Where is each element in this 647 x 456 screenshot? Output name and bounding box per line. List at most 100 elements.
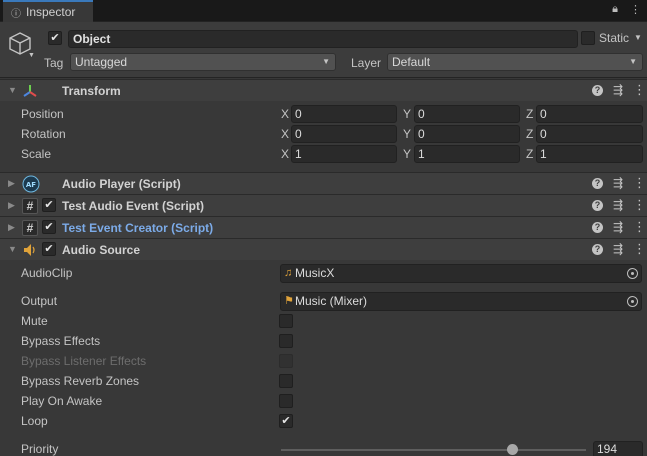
test-audio-event-title: Test Audio Event (Script) bbox=[62, 199, 205, 213]
position-z-field[interactable]: 0 bbox=[536, 105, 643, 123]
chevron-down-icon: ▼ bbox=[322, 57, 330, 66]
scale-x-label[interactable]: X bbox=[281, 147, 289, 161]
help-icon[interactable]: ? bbox=[591, 221, 603, 233]
component-enabled-checkbox[interactable]: ✔ bbox=[42, 198, 56, 212]
tab-menu-icon[interactable]: ⋮ bbox=[630, 3, 641, 16]
position-label: Position bbox=[21, 107, 64, 121]
audioclip-label: AudioClip bbox=[21, 266, 73, 280]
static-checkbox[interactable] bbox=[581, 31, 595, 45]
audio-source-header[interactable]: ▼ ✔ Audio Source ? ⇶ ⋮ bbox=[0, 238, 647, 260]
scale-label: Scale bbox=[21, 147, 52, 161]
output-field[interactable]: ⚑ Music (Mixer) bbox=[280, 292, 642, 311]
foldout-collapsed-icon[interactable]: ▶ bbox=[8, 200, 15, 211]
object-picker-icon[interactable] bbox=[627, 296, 638, 307]
audioclip-value: MusicX bbox=[295, 266, 335, 280]
foldout-collapsed-icon[interactable]: ▶ bbox=[8, 178, 15, 189]
priority-value-field[interactable]: 194 bbox=[593, 441, 643, 456]
rotation-x-field[interactable]: 0 bbox=[291, 125, 397, 143]
presets-icon[interactable]: ⇶ bbox=[613, 242, 623, 256]
tab-bar: ⓘ Inspector 🔒︎ ⋮ bbox=[0, 0, 647, 22]
presets-icon[interactable]: ⇶ bbox=[613, 83, 623, 97]
bypass-effects-label: Bypass Effects bbox=[21, 334, 101, 348]
presets-icon[interactable]: ⇶ bbox=[613, 176, 623, 190]
static-dropdown-icon[interactable]: ▼ bbox=[634, 33, 642, 42]
foldout-expanded-icon[interactable]: ▼ bbox=[8, 85, 17, 95]
scale-z-label[interactable]: Z bbox=[526, 147, 533, 161]
presets-icon[interactable]: ⇶ bbox=[613, 220, 623, 234]
tag-label: Tag bbox=[44, 56, 64, 70]
priority-slider-track[interactable] bbox=[281, 449, 586, 451]
lock-icon[interactable]: 🔒︎ bbox=[612, 3, 618, 16]
scale-y-field[interactable]: 1 bbox=[414, 145, 520, 163]
layer-dropdown[interactable]: Default ▼ bbox=[387, 53, 643, 71]
rotation-y-field[interactable]: 0 bbox=[414, 125, 520, 143]
tag-value: Untagged bbox=[75, 55, 128, 69]
info-icon: ⓘ bbox=[11, 8, 21, 20]
position-y-field[interactable]: 0 bbox=[414, 105, 520, 123]
music-note-icon: ♫ bbox=[284, 267, 293, 279]
position-x-field[interactable]: 0 bbox=[291, 105, 397, 123]
object-name-field[interactable]: Object bbox=[68, 30, 578, 48]
static-label: Static bbox=[599, 31, 630, 45]
scale-x-field[interactable]: 1 bbox=[291, 145, 397, 163]
position-y-label[interactable]: Y bbox=[403, 107, 411, 121]
help-icon[interactable]: ? bbox=[591, 199, 603, 211]
mixer-group-icon: ⚑ bbox=[284, 295, 294, 307]
icon-caret-down-icon[interactable]: ▼ bbox=[28, 52, 35, 59]
context-menu-icon[interactable]: ⋮ bbox=[633, 176, 646, 190]
bypass-effects-checkbox[interactable] bbox=[279, 334, 293, 348]
object-picker-icon[interactable] bbox=[627, 268, 638, 279]
tab-inspector[interactable]: ⓘ Inspector bbox=[3, 0, 93, 22]
tab-actions: 🔒︎ ⋮ bbox=[612, 3, 641, 16]
play-on-awake-checkbox[interactable] bbox=[279, 394, 293, 408]
audio-player-title: Audio Player (Script) bbox=[62, 177, 181, 191]
audio-player-script-icon: AF bbox=[22, 175, 40, 193]
tab-inspector-label: Inspector bbox=[26, 5, 76, 19]
component-enabled-checkbox[interactable]: ✔ bbox=[42, 242, 56, 256]
rotation-y-label[interactable]: Y bbox=[403, 127, 411, 141]
audio-source-title: Audio Source bbox=[62, 243, 141, 257]
rotation-z-label[interactable]: Z bbox=[526, 127, 533, 141]
scale-z-field[interactable]: 1 bbox=[536, 145, 643, 163]
priority-label: Priority bbox=[21, 442, 59, 456]
output-value: Music (Mixer) bbox=[295, 294, 367, 308]
context-menu-icon[interactable]: ⋮ bbox=[633, 242, 646, 256]
presets-icon[interactable]: ⇶ bbox=[613, 198, 623, 212]
help-icon[interactable]: ? bbox=[591, 177, 603, 189]
priority-slider-thumb[interactable] bbox=[507, 444, 519, 455]
foldout-collapsed-icon[interactable]: ▶ bbox=[8, 222, 15, 233]
position-x-label[interactable]: X bbox=[281, 107, 289, 121]
help-icon[interactable]: ? bbox=[591, 84, 603, 96]
test-event-creator-header[interactable]: ▶ # ✔ Test Event Creator (Script) ? ⇶ ⋮ bbox=[0, 216, 647, 238]
transform-icon bbox=[23, 85, 37, 97]
transform-header[interactable]: ▼ Transform ? ⇶ ⋮ bbox=[0, 79, 647, 101]
component-enabled-checkbox[interactable]: ✔ bbox=[42, 220, 56, 234]
bypass-listener-effects-checkbox bbox=[279, 354, 293, 368]
position-z-label[interactable]: Z bbox=[526, 107, 533, 121]
bypass-reverb-zones-checkbox[interactable] bbox=[279, 374, 293, 388]
layer-value: Default bbox=[392, 55, 431, 69]
audioclip-field[interactable]: ♫ MusicX bbox=[280, 264, 642, 283]
test-audio-event-header[interactable]: ▶ # ✔ Test Audio Event (Script) ? ⇶ ⋮ bbox=[0, 194, 647, 216]
layer-label: Layer bbox=[351, 56, 382, 70]
play-on-awake-label: Play On Awake bbox=[21, 394, 103, 408]
audio-player-header[interactable]: ▶ AF Audio Player (Script) ? ⇶ ⋮ bbox=[0, 172, 647, 194]
context-menu-icon[interactable]: ⋮ bbox=[633, 220, 646, 234]
foldout-expanded-icon[interactable]: ▼ bbox=[8, 244, 17, 254]
test-event-creator-title[interactable]: Test Event Creator (Script) bbox=[62, 221, 213, 235]
help-icon[interactable]: ? bbox=[591, 243, 603, 255]
tag-dropdown[interactable]: Untagged ▼ bbox=[70, 53, 336, 71]
scale-y-label[interactable]: Y bbox=[403, 147, 411, 161]
mute-checkbox[interactable] bbox=[279, 314, 293, 328]
active-checkbox[interactable]: ✔ bbox=[48, 31, 62, 45]
rotation-z-field[interactable]: 0 bbox=[536, 125, 643, 143]
loop-label: Loop bbox=[21, 414, 48, 428]
context-menu-icon[interactable]: ⋮ bbox=[633, 83, 646, 97]
transform-title: Transform bbox=[62, 84, 121, 98]
mute-label: Mute bbox=[21, 314, 48, 328]
context-menu-icon[interactable]: ⋮ bbox=[633, 198, 646, 212]
loop-checkbox[interactable]: ✔ bbox=[279, 414, 293, 428]
rotation-label: Rotation bbox=[21, 127, 66, 141]
object-header: ▼ ✔ Object Static ▼ Tag Untagged ▼ Layer… bbox=[0, 22, 647, 78]
rotation-x-label[interactable]: X bbox=[281, 127, 289, 141]
